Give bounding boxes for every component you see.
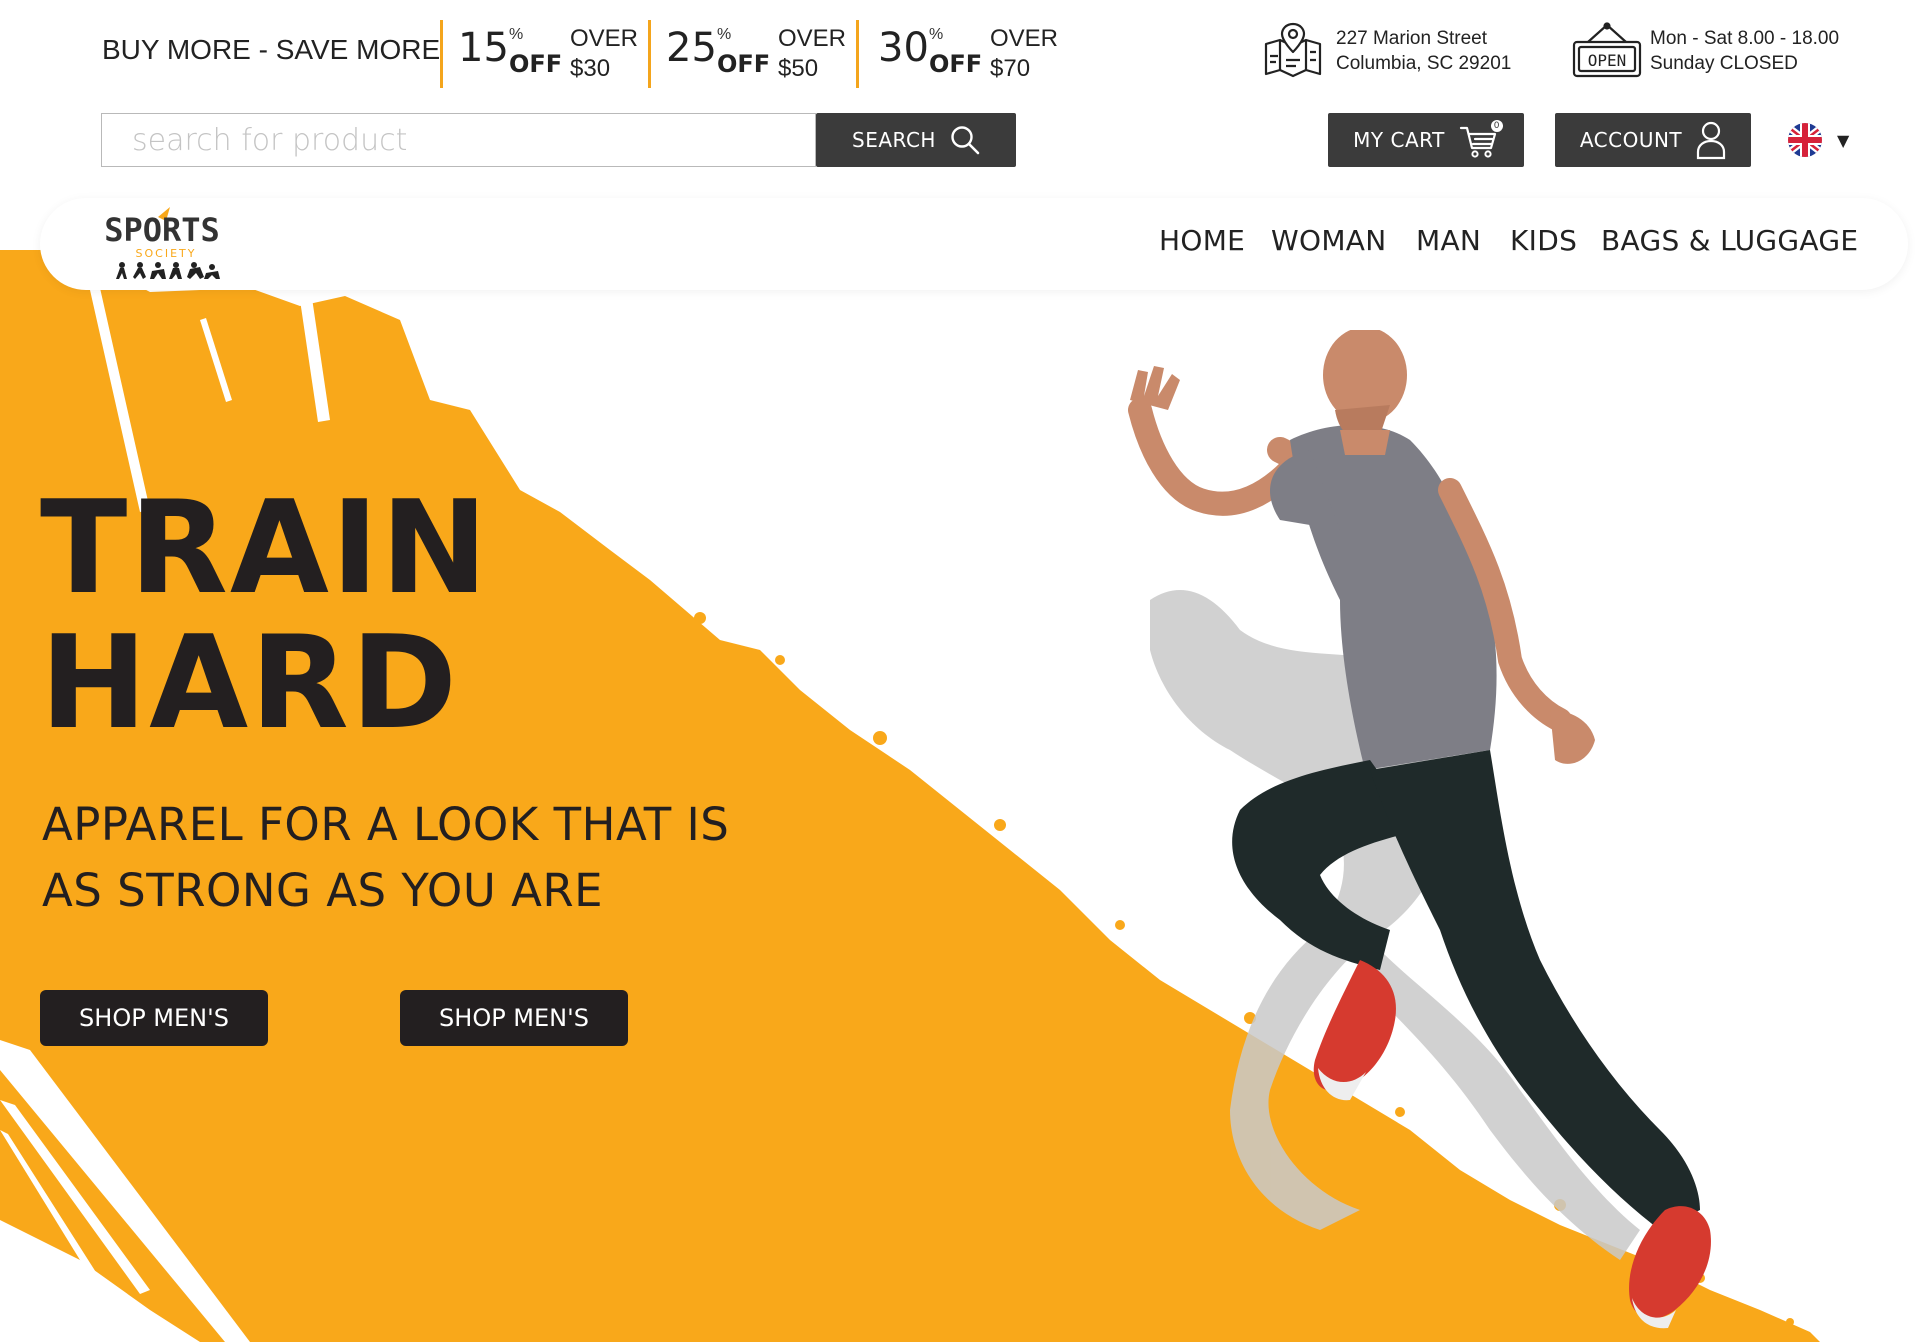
search-button-label: SEARCH — [852, 128, 936, 152]
deal-off: OFF — [929, 50, 983, 78]
search-button[interactable]: SEARCH — [816, 113, 1016, 167]
promo-divider — [856, 20, 859, 88]
shop-mens-button-2[interactable]: SHOP MEN'S — [400, 990, 628, 1046]
account-label: ACCOUNT — [1579, 128, 1683, 152]
deal-percent: 15 — [458, 25, 509, 71]
svg-text:OPEN: OPEN — [1588, 51, 1627, 70]
deal-percent: 25 — [666, 25, 717, 71]
nav-bags-luggage[interactable]: BAGS & LUGGAGE — [1601, 224, 1858, 257]
deal-over: OVER $50 — [778, 25, 847, 82]
user-icon — [1697, 121, 1726, 160]
promo-divider — [648, 20, 651, 88]
nav-man[interactable]: MAN — [1416, 224, 1481, 257]
promo-divider — [440, 20, 443, 88]
nav-kids[interactable]: KIDS — [1510, 224, 1577, 257]
my-cart-button[interactable]: MY CART 0 — [1328, 113, 1524, 167]
chevron-down-icon: ▼ — [1837, 130, 1850, 150]
promo-label: BUY MORE - SAVE MORE — [102, 34, 441, 65]
hero-headline-line1: TRAIN — [40, 474, 490, 623]
store-address: 227 Marion Street Columbia, SC 29201 — [1336, 28, 1512, 74]
store-hours: Mon - Sat 8.00 - 18.00 Sunday CLOSED — [1650, 28, 1840, 74]
deal-percent-symbol: % — [929, 26, 944, 43]
deal-25: 25 % OFF OVER $50 — [666, 20, 856, 88]
deal-15: 15 % OFF OVER $30 — [458, 20, 648, 88]
svg-text:SPORTS: SPORTS — [104, 211, 220, 249]
deal-off: OFF — [717, 50, 771, 78]
sports-society-logo[interactable]: SPORTS SOCIETY — [100, 207, 225, 287]
deal-over: OVER $70 — [990, 25, 1059, 82]
svg-text:SOCIETY: SOCIETY — [136, 247, 197, 260]
search-input[interactable] — [101, 113, 816, 167]
deal-off: OFF — [509, 50, 563, 78]
running-man-photo — [1128, 330, 1711, 1329]
hero-headline-line2: HARD — [40, 609, 459, 758]
hero-subline-line2: AS STRONG AS YOU ARE — [42, 864, 604, 917]
nav-home[interactable]: HOME — [1159, 224, 1245, 257]
uk-flag-icon — [1788, 123, 1822, 157]
deal-30: 30 % OFF OVER $70 — [878, 20, 1078, 88]
deal-percent-symbol: % — [717, 26, 732, 43]
shop-mens-button[interactable]: SHOP MEN'S — [40, 990, 268, 1046]
open-sign-icon: OPEN — [1572, 22, 1642, 78]
hero-subline-line1: APPAREL FOR A LOOK THAT IS — [42, 798, 730, 851]
map-location-icon — [1264, 22, 1322, 78]
cart-label: MY CART — [1353, 128, 1445, 152]
deal-percent-symbol: % — [509, 26, 524, 43]
account-button[interactable]: ACCOUNT — [1555, 113, 1751, 167]
nav-woman[interactable]: WOMAN — [1271, 224, 1386, 257]
language-selector[interactable]: ▼ — [1783, 122, 1855, 158]
deal-percent: 30 — [878, 25, 929, 71]
deal-over: OVER $30 — [570, 25, 639, 82]
cart-count-badge: 0 — [1490, 120, 1503, 132]
search-icon — [951, 126, 980, 155]
